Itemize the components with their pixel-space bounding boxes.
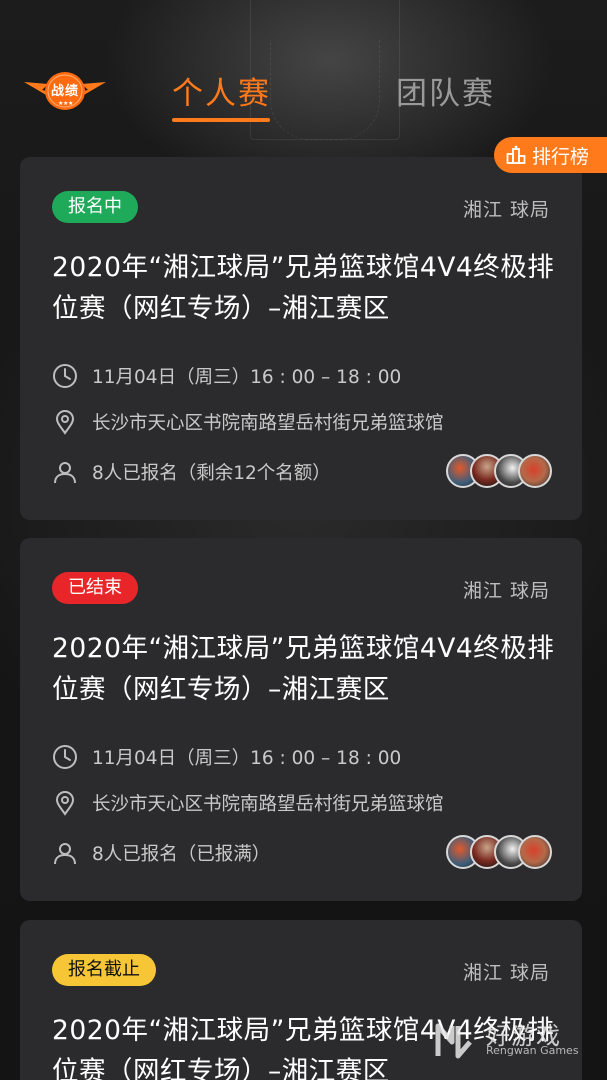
badge-label: 战绩 — [50, 84, 79, 99]
event-location: 长沙市天心区书院南路望岳村街兄弟篮球馆 — [92, 794, 444, 815]
event-signup-count: 8人已报名（已报满） — [92, 844, 271, 865]
status-badge: 已结束 — [52, 572, 138, 604]
record-badge-button[interactable]: ★ ★ ★ 战绩 — [22, 70, 108, 114]
event-title: 2020年“湘江球局”兄弟篮球馆4V4终极排位赛（网红专场）–湘江赛区 — [52, 633, 555, 705]
person-icon — [54, 843, 76, 865]
event-location: 长沙市天心区书院南路望岳村街兄弟篮球馆 — [92, 413, 444, 434]
watermark-logo-icon — [435, 1023, 472, 1059]
podium-icon — [506, 145, 526, 164]
avatar — [518, 835, 552, 869]
tab-team[interactable]: 团队赛 — [396, 68, 495, 113]
status-badge: 报名中 — [52, 191, 138, 223]
event-time-row: 11月04日（周三）16 : 00 – 18 : 00 — [52, 361, 401, 391]
participant-avatars[interactable] — [446, 454, 554, 490]
clock-icon — [53, 364, 77, 388]
event-location-row: 长沙市天心区书院南路望岳村街兄弟篮球馆 — [52, 788, 444, 818]
event-location-row: 长沙市天心区书院南路望岳村街兄弟篮球馆 — [52, 407, 444, 437]
ranking-button-label: 排行榜 — [532, 145, 590, 168]
location-pin-icon — [55, 791, 75, 816]
participant-avatars[interactable] — [446, 835, 554, 871]
header: ★ ★ ★ 战绩 个人赛 团队赛 — [0, 0, 607, 140]
watermark-en: Rengwan Games — [486, 1044, 579, 1057]
location-pin-icon — [55, 410, 75, 435]
organizer-label: 湘江 球局 — [462, 580, 550, 602]
organizer-label: 湘江 球局 — [462, 199, 550, 221]
event-card[interactable]: 已结束 湘江 球局 2020年“湘江球局”兄弟篮球馆4V4终极排位赛（网红专场）… — [20, 538, 582, 901]
event-signup-row: 8人已报名（剩余12个名额） — [52, 457, 331, 487]
avatar — [518, 454, 552, 488]
event-time-row: 11月04日（周三）16 : 00 – 18 : 00 — [52, 742, 401, 772]
event-card[interactable]: 报名中 湘江 球局 2020年“湘江球局”兄弟篮球馆4V4终极排位赛（网红专场）… — [20, 157, 582, 520]
event-time: 11月04日（周三）16 : 00 – 18 : 00 — [92, 748, 402, 769]
person-icon — [54, 462, 76, 484]
active-tab-indicator — [172, 118, 270, 122]
ranking-button[interactable]: 排行榜 — [494, 137, 607, 173]
status-badge: 报名截止 — [52, 954, 156, 986]
organizer-label: 湘江 球局 — [462, 962, 550, 984]
event-time: 11月04日（周三）16 : 00 – 18 : 00 — [92, 367, 402, 388]
watermark: 好游戏 Rengwan Games — [432, 1014, 602, 1064]
event-signup-row: 8人已报名（已报满） — [52, 838, 270, 868]
event-title: 2020年“湘江球局”兄弟篮球馆4V4终极排位赛（网红专场）–湘江赛区 — [52, 252, 555, 324]
clock-icon — [53, 745, 77, 769]
tab-individual[interactable]: 个人赛 — [172, 68, 271, 113]
svg-text:★: ★ — [68, 100, 73, 107]
event-signup-count: 8人已报名（剩余12个名额） — [92, 463, 331, 484]
